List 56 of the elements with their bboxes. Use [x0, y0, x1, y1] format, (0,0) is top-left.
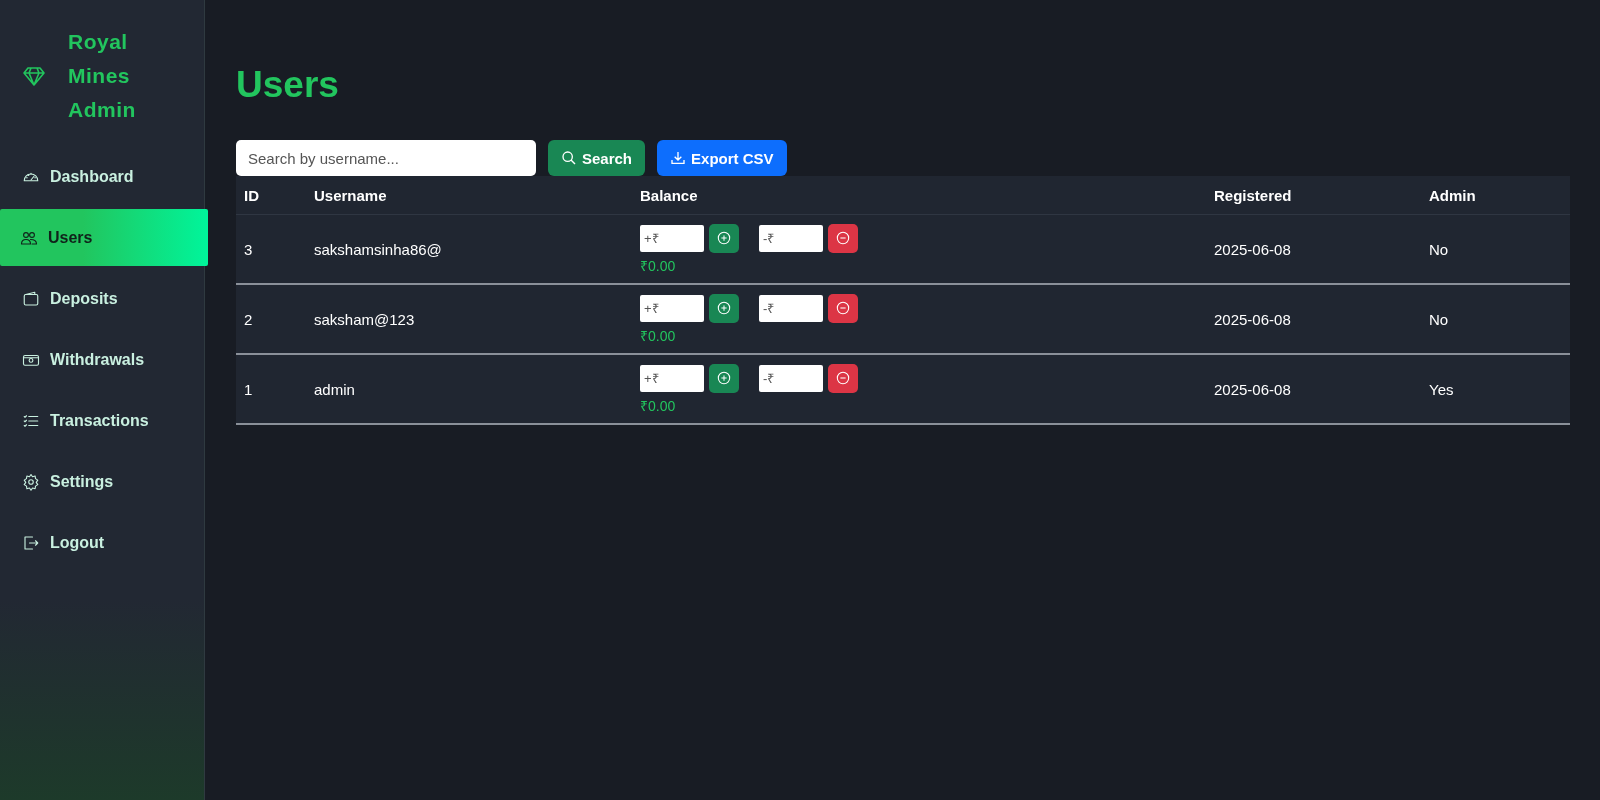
nav-item[interactable]: Deposits — [0, 270, 208, 327]
minus-circle-icon — [836, 231, 850, 245]
table-cell: 2025-06-08 — [1214, 310, 1291, 328]
column-header: Username — [314, 186, 387, 204]
minus-circle-icon — [836, 301, 850, 315]
settings-icon — [22, 472, 40, 491]
logout-icon — [22, 533, 40, 552]
subtract-button[interactable] — [828, 363, 858, 393]
table-cell: Yes — [1429, 380, 1454, 398]
table-cell: admin — [314, 380, 355, 398]
search-icon — [561, 150, 577, 166]
export-button[interactable]: Export CSV — [657, 140, 787, 176]
diamond-icon — [22, 64, 46, 88]
column-header: Balance — [640, 186, 698, 204]
add-amount-field[interactable]: +₹ — [640, 364, 704, 392]
balance-amount: ₹0.00 — [640, 257, 676, 274]
search-field[interactable]: Search by username... — [236, 140, 536, 176]
add-amount-field[interactable]: +₹ — [640, 294, 704, 322]
table-cell: 3 — [244, 240, 253, 258]
add-button[interactable] — [709, 223, 739, 253]
brand-title: Royal Mines Admin — [68, 29, 136, 123]
search-button[interactable]: Search — [548, 140, 646, 176]
table-cell: No — [1429, 240, 1449, 258]
subtract-amount-field[interactable]: -₹ — [759, 364, 823, 392]
subtract-amount-field[interactable]: -₹ — [759, 224, 823, 252]
table-cell: 1 — [244, 380, 253, 398]
subtract-button[interactable] — [828, 293, 858, 323]
page-title: Users — [236, 64, 340, 106]
table-cell: 2 — [244, 310, 253, 328]
plus-circle-icon — [717, 371, 731, 385]
subtract-button[interactable] — [828, 223, 858, 253]
column-header: ID — [244, 186, 259, 204]
plus-circle-icon — [717, 301, 731, 315]
table-cell: 2025-06-08 — [1214, 380, 1291, 398]
plus-circle-icon — [717, 231, 731, 245]
nav-item[interactable]: Withdrawals — [0, 331, 208, 388]
add-amount-field[interactable]: +₹ — [640, 224, 704, 252]
wallet-icon — [22, 289, 40, 308]
table-cell: 2025-06-08 — [1214, 240, 1291, 258]
table-cell: sakshamsinha86@ — [314, 240, 442, 258]
balance-amount: ₹0.00 — [640, 327, 676, 344]
nav-item[interactable]: Dashboard — [0, 148, 208, 205]
subtract-amount-field[interactable]: -₹ — [759, 294, 823, 322]
download-icon — [670, 150, 687, 166]
table-cell: No — [1429, 310, 1449, 328]
add-button[interactable] — [709, 363, 739, 393]
nav-item[interactable]: Transactions — [0, 392, 208, 449]
table-cell: saksham@123 — [314, 310, 415, 328]
column-header: Registered — [1214, 186, 1292, 204]
add-button[interactable] — [709, 293, 739, 323]
minus-circle-icon — [836, 371, 850, 385]
nav-item[interactable]: Logout — [0, 514, 208, 571]
balance-amount: ₹0.00 — [640, 397, 676, 414]
column-header: Admin — [1429, 186, 1476, 204]
nav-item[interactable]: Settings — [0, 453, 208, 510]
nav-item[interactable]: Users — [0, 209, 208, 266]
